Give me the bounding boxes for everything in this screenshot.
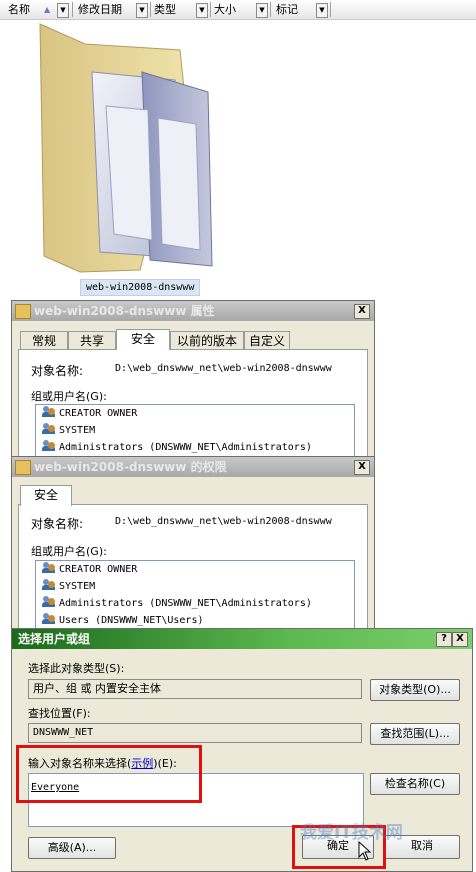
column-divider[interactable] xyxy=(330,2,331,17)
check-names-button[interactable]: 检查名称(C) xyxy=(370,773,460,795)
help-button[interactable]: ? xyxy=(436,632,452,647)
group-label: 组或用户名(G): xyxy=(31,545,107,558)
object-name-value: D:\web_dnswww_net\web-win2008-dnswww xyxy=(115,363,332,374)
sort-ascending-icon: ▲ xyxy=(44,5,51,14)
column-divider[interactable] xyxy=(210,2,211,17)
users-icon xyxy=(42,440,56,452)
object-type-field: 用户、组 或 内置安全主体 xyxy=(28,679,362,699)
column-name[interactable]: 名称 xyxy=(8,2,30,17)
users-icon xyxy=(42,562,56,574)
tab-previous-versions[interactable]: 以前的版本 xyxy=(170,331,244,350)
tab-general[interactable]: 常规 xyxy=(20,331,68,350)
users-icon xyxy=(42,613,56,625)
column-type[interactable]: 类型 xyxy=(154,2,176,17)
column-type-dropdown[interactable] xyxy=(196,3,208,18)
column-date-dropdown[interactable] xyxy=(136,3,148,18)
properties-title: web-win2008-dnswww 属性 xyxy=(34,304,215,318)
close-button[interactable]: X xyxy=(452,632,468,647)
column-header-bar: 名称 ▲ 修改日期 类型 大小 标记 xyxy=(0,0,476,20)
column-size-dropdown[interactable] xyxy=(256,3,268,18)
folder-icon[interactable] xyxy=(30,20,220,282)
users-icon xyxy=(42,596,56,608)
dialog-title: 选择用户或组 xyxy=(18,632,91,646)
location-field: DNSWWW_NET xyxy=(28,723,362,743)
object-name-label: 对象名称: xyxy=(31,517,84,531)
tab-security[interactable]: 安全 xyxy=(116,329,170,350)
folder-icon xyxy=(15,460,31,475)
security-panel: 对象名称: D:\web_dnswww_net\web-win2008-dnsw… xyxy=(18,504,368,637)
tab-sharing[interactable]: 共享 xyxy=(68,331,116,350)
advanced-button[interactable]: 高级(A)... xyxy=(28,837,116,859)
list-item[interactable]: Administrators (DNSWWW_NET\Administrator… xyxy=(42,440,312,456)
users-icon xyxy=(42,579,56,591)
column-size[interactable]: 大小 xyxy=(214,2,236,17)
column-tag-dropdown[interactable] xyxy=(316,3,328,18)
mouse-cursor-icon xyxy=(358,840,372,861)
tab-customize[interactable]: 自定义 xyxy=(244,331,290,350)
close-button[interactable]: X xyxy=(354,304,370,319)
select-users-titlebar[interactable]: 选择用户或组 xyxy=(12,629,472,649)
object-name-value: D:\web_dnswww_net\web-win2008-dnswww xyxy=(115,516,332,527)
object-type-label: 选择此对象类型(S): xyxy=(28,662,125,675)
folder-icon xyxy=(15,304,31,319)
permissions-window: web-win2008-dnswww 的权限 X 安全 对象名称: D:\web… xyxy=(11,456,375,637)
list-item[interactable]: SYSTEM xyxy=(42,579,95,595)
user-list[interactable]: CREATOR OWNER SYSTEM Administrators (DNS… xyxy=(35,560,355,637)
column-divider[interactable] xyxy=(270,2,271,17)
users-icon xyxy=(42,406,56,418)
tab-security[interactable]: 安全 xyxy=(20,485,72,506)
list-item[interactable]: CREATOR OWNER xyxy=(42,406,137,422)
object-types-button[interactable]: 对象类型(O)... xyxy=(370,679,460,701)
object-name-label: 对象名称: xyxy=(31,364,84,378)
user-list[interactable]: CREATOR OWNER SYSTEM Administrators (DNS… xyxy=(35,404,355,462)
watermark-logo: 我爱IT技术网 xyxy=(300,823,403,843)
column-divider[interactable] xyxy=(72,2,73,17)
group-label: 组或用户名(G): xyxy=(31,390,107,403)
permissions-titlebar[interactable]: web-win2008-dnswww 的权限 xyxy=(12,457,374,477)
list-item[interactable]: CREATOR OWNER xyxy=(42,562,137,578)
list-item[interactable]: Administrators (DNSWWW_NET\Administrator… xyxy=(42,596,312,612)
location-label: 查找位置(F): xyxy=(28,707,91,720)
column-divider[interactable] xyxy=(150,2,151,17)
highlight-box xyxy=(16,745,202,803)
column-name-dropdown[interactable] xyxy=(57,3,69,18)
users-icon xyxy=(42,423,56,435)
locations-button[interactable]: 查找范围(L)... xyxy=(370,723,460,745)
list-item[interactable]: SYSTEM xyxy=(42,423,95,439)
close-button[interactable]: X xyxy=(354,460,370,475)
select-users-dialog: 选择用户或组 ? X 选择此对象类型(S): 用户、组 或 内置安全主体 对象类… xyxy=(11,628,473,872)
properties-window: web-win2008-dnswww 属性 X 常规 共享 安全 以前的版本 自… xyxy=(11,300,375,463)
column-tag[interactable]: 标记 xyxy=(276,2,298,17)
column-modified-date[interactable]: 修改日期 xyxy=(78,2,122,17)
permissions-title: web-win2008-dnswww 的权限 xyxy=(34,460,227,474)
folder-label[interactable]: web-win2008-dnswww xyxy=(80,279,201,296)
list-item[interactable]: Users (DNSWWW_NET\Users) xyxy=(42,613,204,629)
properties-titlebar[interactable]: web-win2008-dnswww 属性 xyxy=(12,301,374,321)
security-panel: 对象名称: D:\web_dnswww_net\web-win2008-dnsw… xyxy=(18,349,368,463)
